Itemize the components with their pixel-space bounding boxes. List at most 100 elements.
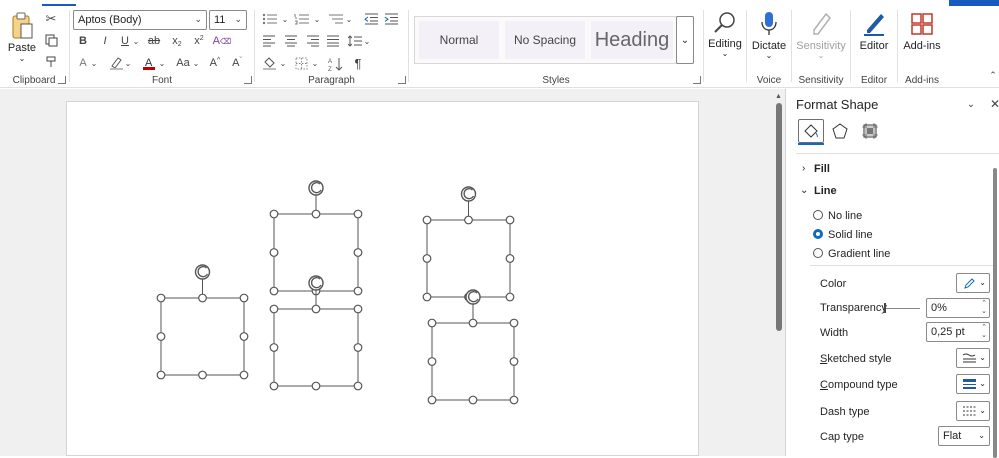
layout-properties-tab-icon[interactable] [860,121,880,141]
resize-handle[interactable] [509,318,519,328]
resize-handle[interactable] [353,304,363,314]
dash-type-label: Dash type [820,406,870,418]
pane-options-chevron-icon[interactable]: ⌄ [964,97,978,111]
editor-group: Editor Editor [851,6,897,88]
selected-shapes[interactable] [0,0,785,456]
gradient-line-radio[interactable] [813,248,823,258]
compound-type-label: Compound type [820,379,898,391]
transparency-slider-track[interactable] [884,308,920,309]
resize-handle[interactable] [427,318,437,328]
resize-handle[interactable] [509,357,519,366]
resize-handle[interactable] [311,304,321,314]
addins-button[interactable]: Add-ins [898,40,946,52]
resize-handle[interactable] [353,248,363,257]
resize-handle[interactable] [427,357,437,366]
scrollbar-thumb[interactable] [776,103,782,331]
resize-handle[interactable] [505,215,515,225]
active-tab-underline [798,143,824,145]
chevron-right-icon[interactable]: › [802,163,805,174]
resize-handle[interactable] [269,381,279,391]
width-label: Width [820,327,849,339]
width-spinner-icon[interactable]: ⌃ ⌄ [980,323,988,341]
resize-handle[interactable] [269,343,279,352]
resize-handle[interactable] [353,381,363,391]
addins-icon[interactable] [910,12,934,36]
resize-handle[interactable] [311,209,321,219]
divider [810,265,999,266]
resize-handle[interactable] [353,286,363,296]
fill-line-tab-icon[interactable] [798,119,824,143]
divider [796,153,999,154]
color-dropdown[interactable]: ⌄ [956,273,990,293]
resize-handle[interactable] [353,209,363,219]
resize-handle[interactable] [468,318,478,328]
transparency-slider-handle[interactable] [884,303,886,313]
cap-type-label: Cap type [820,431,865,443]
chevron-down-icon: ⌄ [979,353,986,362]
sensitivity-icon[interactable] [810,10,834,36]
fill-section-header[interactable]: Fill [814,163,830,175]
no-line-radio[interactable] [813,210,823,220]
shape-rectangle[interactable] [160,297,245,376]
solid-line-label[interactable]: Solid line [828,229,873,241]
share-button-edge[interactable] [949,0,999,6]
sensitivity-group-label: Sensitivity [798,75,844,86]
editor-group-label: Editor [860,75,888,86]
resize-handle[interactable] [239,332,249,341]
resize-handle[interactable] [353,343,363,352]
resize-handle[interactable] [422,292,432,302]
no-line-label[interactable]: No line [828,210,862,222]
format-shape-pane: Format Shape ⌄ ✕ › Fill ⌄ Line No line S… [785,89,999,456]
resize-handle[interactable] [311,381,321,391]
chevron-down-icon: ⌄ [979,406,986,415]
editor-button[interactable]: Editor [851,40,897,52]
resize-handle[interactable] [422,215,432,225]
chevron-down-icon: ⌄ [978,431,985,440]
line-section-header[interactable]: Line [814,185,837,197]
pen-color-icon [962,276,976,290]
resize-handle[interactable] [198,370,207,380]
pane-title: Format Shape [796,97,879,112]
pane-scrollbar[interactable] [993,158,999,458]
chevron-down-icon: ⌄ [979,278,986,287]
cap-type-dropdown[interactable]: Flat ⌄ [938,426,990,446]
sketch-lines-icon [961,352,977,364]
resize-handle[interactable] [239,293,249,303]
vertical-scrollbar[interactable]: ▲ [773,89,785,456]
editor-icon[interactable] [861,10,887,38]
resize-handle[interactable] [509,395,519,405]
resize-handle[interactable] [468,395,478,405]
collapse-ribbon-icon[interactable]: ⌃ [988,70,998,80]
resize-handle[interactable] [464,215,473,225]
resize-handle[interactable] [269,304,279,314]
scroll-up-icon[interactable]: ▲ [775,93,782,100]
resize-handle[interactable] [156,293,166,303]
solid-line-radio[interactable] [813,229,823,239]
resize-handle[interactable] [505,292,515,302]
resize-handle[interactable] [427,395,437,405]
close-icon[interactable]: ✕ [988,97,999,111]
compound-type-dropdown[interactable]: ⌄ [956,374,990,394]
effects-tab-icon[interactable] [830,121,850,141]
transparency-spinner-icon[interactable]: ⌃ ⌄ [980,299,988,317]
gradient-line-label[interactable]: Gradient line [828,248,890,260]
resize-handle[interactable] [239,370,249,380]
resize-handle[interactable] [505,254,515,263]
resize-handle[interactable] [156,370,166,380]
sketched-style-dropdown[interactable]: ⌄ [956,348,990,368]
chevron-down-icon[interactable]: ⌄ [817,51,825,60]
transparency-label: Transparency [820,302,887,314]
resize-handle[interactable] [269,209,279,219]
shape-rectangle[interactable] [426,219,511,298]
resize-handle[interactable] [269,286,279,296]
shape-rectangle[interactable] [431,322,515,401]
resize-handle[interactable] [198,293,207,303]
chevron-down-icon[interactable]: ⌄ [800,185,808,196]
resize-handle[interactable] [269,248,279,257]
pane-scrollbar-thumb[interactable] [993,168,997,458]
dash-type-dropdown[interactable]: ⌄ [956,401,990,421]
resize-handle[interactable] [156,332,166,341]
width-value: 0,25 pt [931,326,965,338]
shape-rectangle[interactable] [273,308,359,387]
resize-handle[interactable] [422,254,432,263]
